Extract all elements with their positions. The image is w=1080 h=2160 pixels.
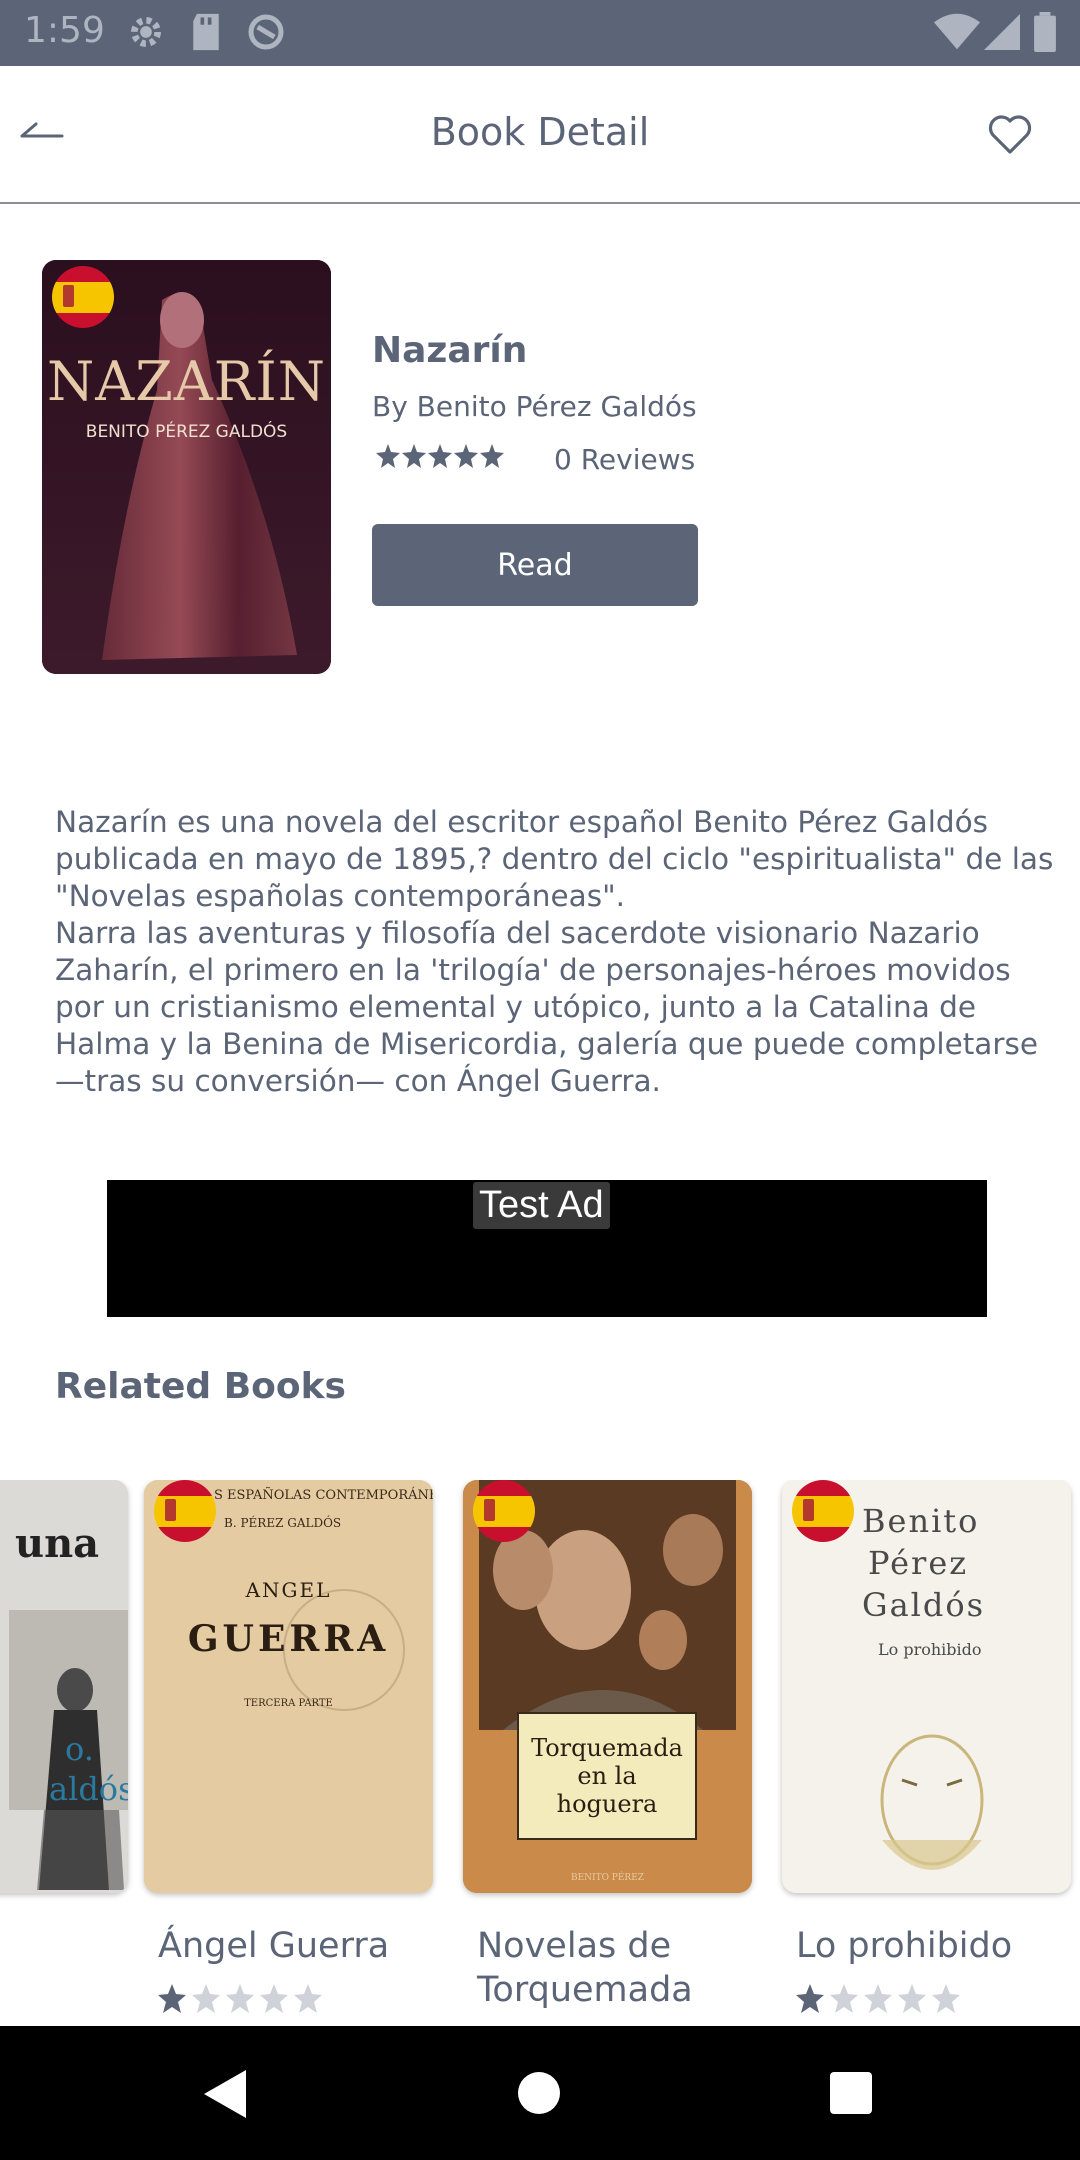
battery-icon [1034, 12, 1056, 52]
cover-text: Pérez [868, 1544, 969, 1582]
wifi-icon [934, 13, 980, 50]
cover-artwork [144, 1480, 433, 1893]
square-recents-icon[interactable] [830, 2072, 872, 2114]
system-navigation-bar [0, 2026, 1080, 2160]
sd-card-icon [193, 13, 219, 51]
triangle-back-icon[interactable] [204, 2070, 248, 2118]
related-book-cover: Torquemada en la hoguera BENITO PÉREZ [463, 1480, 752, 1893]
related-book-item[interactable]: S ESPAÑOLAS CONTEMPORÁNEAS B. PÉREZ GALD… [144, 1480, 433, 2013]
signal-icon [984, 14, 1020, 50]
reviews-count[interactable]: 0 Reviews [554, 443, 695, 476]
cover-text: Galdós [862, 1586, 986, 1624]
status-bar: 1:59 [0, 0, 1080, 66]
related-book-item[interactable]: Benito Pérez Galdós Lo prohibido Lo proh… [782, 1480, 1071, 2013]
circle-home-icon[interactable] [518, 2072, 560, 2114]
spain-flag-icon [792, 1480, 854, 1542]
related-book-cover: Benito Pérez Galdós Lo prohibido [782, 1480, 1071, 1893]
related-book-rating [796, 1984, 960, 2013]
cover-text: TERCERA PARTE [244, 1698, 333, 1709]
related-book-title: Ángel Guerra [158, 1926, 390, 1966]
read-button[interactable]: Read [372, 524, 698, 606]
related-book-cover: una o. aldós [0, 1480, 128, 1893]
book-description: Nazarín es una novela del escritor españ… [55, 805, 1054, 1098]
related-book-item[interactable]: Torquemada en la hoguera BENITO PÉREZ No… [463, 1480, 752, 2010]
related-book-rating [158, 1984, 322, 2013]
related-books-heading: Related Books [55, 1366, 346, 1407]
heart-outline-icon[interactable] [986, 110, 1034, 158]
ad-banner[interactable]: Test Ad [107, 1180, 987, 1317]
spain-flag-icon [473, 1480, 535, 1542]
rating-stars [376, 444, 504, 468]
related-book-item[interactable]: una o. aldós [0, 1480, 128, 1893]
settings-icon [131, 17, 161, 47]
cover-text: Benito [862, 1502, 980, 1540]
spain-flag-icon [154, 1480, 216, 1542]
spain-flag-icon [52, 266, 114, 328]
cover-title-text: NAZARÍN [46, 350, 326, 413]
cover-text: Torquemada en la hoguera [517, 1712, 697, 1840]
page-title: Book Detail [430, 110, 650, 154]
ad-label: Test Ad [473, 1182, 610, 1229]
related-book-title: Novelas de Torquemada [477, 1926, 693, 2010]
cover-text: B. PÉREZ GALDÓS [224, 1516, 342, 1530]
cover-text: BENITO PÉREZ [570, 1873, 645, 1883]
cover-text: GUERRA [187, 1618, 390, 1660]
related-book-cover: S ESPAÑOLAS CONTEMPORÁNEAS B. PÉREZ GALD… [144, 1480, 433, 1893]
book-author: By Benito Pérez Galdós [372, 390, 697, 423]
app-bar: Book Detail [0, 66, 1080, 204]
cover-text: o. [65, 1730, 94, 1768]
status-time: 1:59 [24, 10, 105, 51]
cover-text: una [15, 1520, 100, 1567]
cover-text: Lo prohibido [878, 1640, 982, 1659]
book-title: Nazarín [372, 330, 528, 371]
related-book-title: Lo prohibido [796, 1926, 1013, 1966]
cover-text: ANGEL [245, 1578, 332, 1602]
cover-author-text: BENITO PÉREZ GALDÓS [85, 422, 288, 442]
cover-text: aldós [49, 1770, 128, 1808]
book-cover: NAZARÍN BENITO PÉREZ GALDÓS [42, 260, 331, 674]
cover-artwork [782, 1480, 1071, 1893]
cover-text: S ESPAÑOLAS CONTEMPORÁNEAS [214, 1488, 433, 1503]
sync-icon [248, 14, 284, 50]
related-books-list[interactable]: una o. aldós S ESPAÑOLAS CONTEMPORÁNEAS … [0, 1480, 1080, 2025]
